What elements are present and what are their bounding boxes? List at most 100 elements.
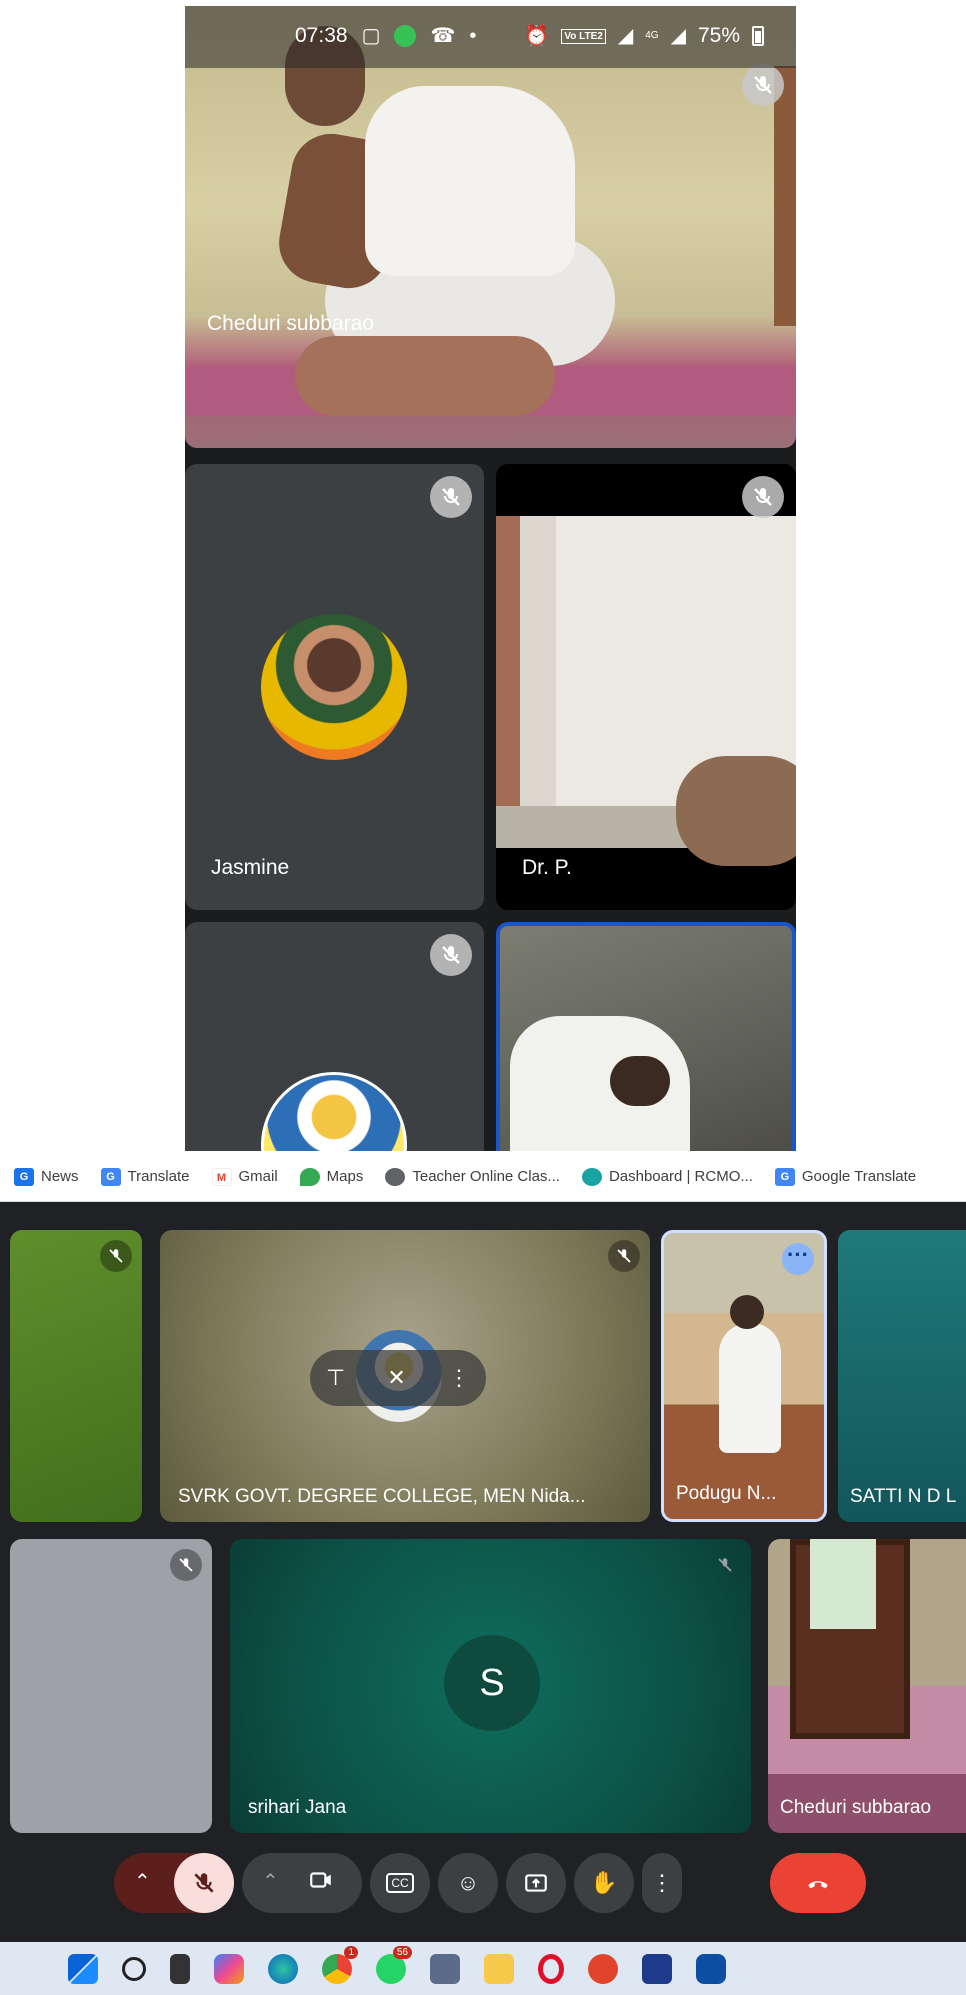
participant-name: Cheduri subbarao [207, 312, 374, 335]
participant-tile-jasmine[interactable]: Jasmine [185, 464, 484, 910]
bookmark-label: Google Translate [801, 1168, 917, 1185]
bookmark-label: Gmail [238, 1168, 278, 1185]
video-frame-window [810, 1539, 876, 1629]
chevron-up-icon[interactable]: ⌃ [262, 1869, 279, 1894]
status-time: 07:38 [295, 24, 348, 47]
store-icon[interactable] [642, 1953, 672, 1984]
task-view-icon[interactable] [170, 1953, 190, 1984]
notification-badge: 1 [344, 1945, 358, 1959]
video-frame-room [496, 516, 796, 866]
app-icon[interactable] [696, 1953, 726, 1984]
participant-tile-srihari[interactable]: S srihari Jana [230, 1539, 751, 1833]
participant-name: SATTI N D L [850, 1486, 957, 1507]
calculator-icon[interactable] [430, 1953, 460, 1984]
bookmarks-bar: G News G Translate M Gmail Maps Teacher … [0, 1152, 966, 1202]
chevron-up-icon[interactable]: ⌃ [134, 1869, 151, 1894]
bookmark-label: Dashboard | RCMO... [608, 1168, 753, 1185]
captions-button[interactable]: CC [370, 1853, 430, 1913]
notification-badge: 56 [392, 1945, 412, 1959]
bookmark-news[interactable]: G News [14, 1167, 79, 1186]
emoji-button[interactable]: ☺ [438, 1853, 498, 1913]
more-options-button[interactable]: ⋮ [642, 1853, 682, 1913]
participant-name: srihari Jana [248, 1797, 347, 1818]
participant-tile-cheduri[interactable]: Cheduri subbarao [768, 1539, 966, 1833]
signal-icon: ◢ [617, 25, 634, 47]
mic-off-icon [608, 1240, 640, 1272]
mic-off-icon [100, 1240, 132, 1272]
avatar: S [444, 1635, 540, 1731]
mic-off-button[interactable] [174, 1853, 234, 1913]
camera-control[interactable]: ⌃ [242, 1853, 362, 1913]
participant-tile[interactable] [10, 1539, 212, 1833]
video-frame-person [719, 1323, 781, 1453]
hand-icon: ✋ [590, 1870, 618, 1895]
chrome-icon[interactable]: 1 [322, 1945, 358, 1984]
video-frame-person-head [610, 1056, 670, 1106]
bookmark-maps[interactable]: Maps [299, 1167, 364, 1186]
participant-name: Podugu N... [676, 1483, 777, 1504]
present-icon [525, 1874, 547, 1892]
avatar [261, 614, 407, 760]
bookmark-google-translate[interactable]: G Google Translate [774, 1167, 917, 1186]
bookmark-teacher-online[interactable]: Teacher Online Clas... [385, 1167, 560, 1186]
missed-call-icon: ☎ [430, 25, 456, 47]
video-frame-person-shirt [365, 86, 575, 276]
participant-tile-podugu[interactable]: ··· Podugu N... [661, 1230, 827, 1522]
whatsapp-icon[interactable]: 56 [376, 1945, 412, 1984]
search-icon[interactable] [122, 1956, 146, 1981]
video-frame-person-feet [295, 336, 555, 416]
windows-taskbar: 1 56 [0, 1942, 966, 1995]
mic-off-icon [742, 476, 784, 518]
pin-icon[interactable]: ⊤ [326, 1365, 345, 1391]
camera-icon[interactable] [308, 1867, 334, 1899]
edge-icon[interactable] [268, 1953, 298, 1984]
participant-tile-svrk-college[interactable]: ⊤ ✕ ⋮ SVRK GOVT. DEGREE COLLEGE, MEN Nid… [160, 1230, 650, 1522]
video-frame-person [676, 756, 796, 866]
participant-tile-cheduri[interactable]: Cheduri subbarao [185, 6, 796, 448]
bookmark-label: Maps [326, 1168, 364, 1185]
bookmark-translate[interactable]: G Translate [100, 1167, 190, 1186]
file-explorer-icon[interactable] [484, 1953, 514, 1984]
windows-start-icon[interactable] [68, 1953, 98, 1984]
battery-percent: 75% [697, 24, 740, 47]
news-icon: G [14, 1167, 34, 1186]
mic-off-icon [430, 476, 472, 518]
mic-off-icon [430, 934, 472, 976]
participant-tile-satti[interactable]: SATTI N D L [838, 1230, 966, 1522]
college-logo-avatar [261, 1072, 407, 1151]
alarm-icon: ⏰ [524, 25, 550, 47]
more-horiz-icon[interactable]: ··· [782, 1243, 814, 1275]
bookmark-dashboard[interactable]: Dashboard | RCMO... [581, 1167, 753, 1186]
signal-icon-2: ◢ [670, 25, 686, 47]
status-bar: 07:38 ▢ ☎ • ⏰ Vo LTE2 ◢ 4G ◢ 75% [185, 6, 796, 68]
mic-off-icon [194, 1873, 214, 1893]
video-frame-wall [774, 66, 796, 326]
maps-icon [299, 1167, 320, 1186]
participant-name: Dr. P. [522, 856, 572, 879]
leave-call-button[interactable] [770, 1853, 866, 1913]
participant-tile-college[interactable] [185, 922, 484, 1151]
more-vert-icon[interactable]: ⋮ [448, 1365, 470, 1391]
composite-screenshot: 07:38 ▢ ☎ • ⏰ Vo LTE2 ◢ 4G ◢ 75% Cheduri… [0, 0, 966, 1995]
emoji-icon: ☺ [456, 1870, 480, 1895]
participant-tile-active-speaker[interactable] [496, 922, 796, 1151]
opera-icon[interactable] [538, 1953, 564, 1984]
participant-tile-drp[interactable]: Dr. P. [496, 464, 796, 910]
participant-tile[interactable] [10, 1230, 142, 1522]
mute-participant-icon[interactable]: ✕ [387, 1365, 405, 1391]
participant-name: Cheduri subbarao [780, 1797, 932, 1818]
bookmark-gmail[interactable]: M Gmail [211, 1167, 278, 1186]
raise-hand-button[interactable]: ✋ [574, 1853, 634, 1913]
mic-control[interactable]: ⌃ [114, 1853, 234, 1913]
captions-icon: CC [386, 1873, 414, 1893]
wps-office-icon[interactable] [588, 1953, 618, 1984]
gmail-icon: M [211, 1167, 232, 1186]
laptop-meet-screen: G News G Translate M Gmail Maps Teacher … [0, 1152, 966, 1995]
battery-icon [752, 26, 764, 46]
copilot-icon[interactable] [214, 1953, 244, 1984]
tile-hover-menu: ⊤ ✕ ⋮ [310, 1350, 486, 1406]
present-button[interactable] [506, 1853, 566, 1913]
participant-name: SVRK GOVT. DEGREE COLLEGE, MEN Nida... [178, 1486, 586, 1507]
translate-icon: G [100, 1167, 121, 1186]
phone-meet-screen: 07:38 ▢ ☎ • ⏰ Vo LTE2 ◢ 4G ◢ 75% Cheduri… [185, 6, 796, 1151]
